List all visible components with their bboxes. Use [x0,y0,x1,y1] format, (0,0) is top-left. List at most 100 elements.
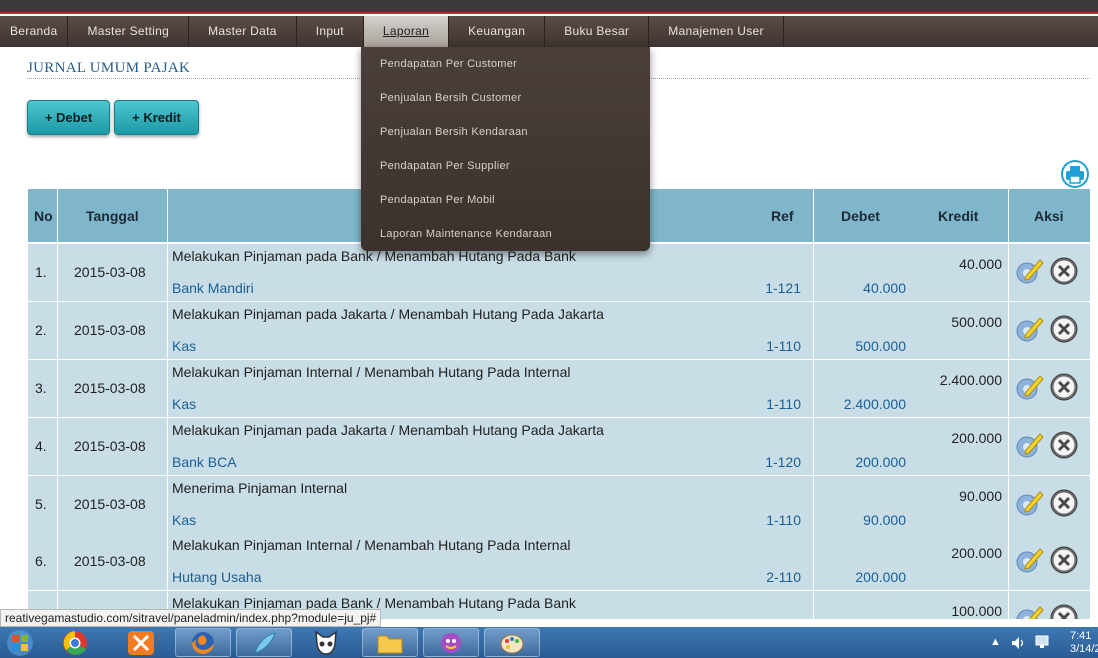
cell-kredit: 200.000 [951,430,1002,446]
cell-keterangan: Melakukan Pinjaman pada Jakarta / Menamb… [172,422,604,438]
cell-keterangan: Melakukan Pinjaman Internal / Menambah H… [172,364,571,380]
clock-time: 7:41 [1070,630,1092,642]
menu-item-laporan-maintenance-kendaraan[interactable]: Laporan Maintenance Kendaraan [361,217,650,251]
cell-tanggal: 2015-03-08 [74,553,146,569]
table-row: 5. 2015-03-08 Menerima Pinjaman Internal Ka… [28,476,1090,534]
laporan-dropdown-menu: Pendapatan Per Customer Penjualan Bersih… [361,47,650,251]
cell-no: 2. [35,322,47,338]
col-divider [1008,189,1009,619]
edit-icon[interactable] [1014,603,1044,619]
table-row: 6. 2015-03-08 Melakukan Pinjaman Internal … [28,533,1090,591]
col-divider [167,189,168,619]
cell-ref: 1-120 [765,454,801,470]
edit-icon[interactable] [1014,430,1044,460]
cell-tanggal: 2015-03-08 [74,438,146,454]
cell-akun: Bank Mandiri [172,280,254,296]
nav-master-data[interactable]: Master Data [189,16,297,47]
cell-tanggal: 2015-03-08 [74,496,146,512]
cell-no: 4. [35,438,47,454]
nav-beranda[interactable]: Beranda [0,16,69,47]
menu-item-penjualan-bersih-kendaraan[interactable]: Penjualan Bersih Kendaraan [361,115,650,149]
table-row: 2. 2015-03-08 Melakukan Pinjaman pada Jaka… [28,302,1090,360]
header-aksi: Aksi [1034,208,1064,224]
cell-debet: 40.000 [863,280,906,296]
paint-icon [500,634,524,654]
delete-icon[interactable] [1050,604,1078,619]
cell-ref: 1-110 [766,396,801,412]
delete-icon[interactable] [1050,489,1078,517]
cell-kredit: 500.000 [951,314,1002,330]
windows-start-icon[interactable] [2,628,38,657]
edit-icon[interactable] [1014,545,1044,575]
cell-akun: Kas [172,338,197,354]
edit-icon[interactable] [1014,372,1044,402]
messenger-icon [441,633,461,653]
cell-no: 6. [35,553,47,569]
cell-tanggal: 2015-03-08 [74,380,146,396]
menu-item-pendapatan-per-supplier[interactable]: Pendapatan Per Supplier [361,149,650,183]
delete-icon[interactable] [1050,546,1078,574]
clock-date: 3/14/2 [1070,643,1098,655]
cell-kredit: 90.000 [959,488,1002,504]
add-kredit-button[interactable]: + Kredit [114,100,199,135]
cell-akun: Bank BCA [172,454,237,470]
nav-laporan[interactable]: Laporan [363,16,450,47]
nav-master-setting[interactable]: Master Setting [68,16,190,47]
taskbar-paint-button[interactable] [484,628,540,657]
cell-kredit: 40.000 [959,256,1002,272]
windows-taskbar: ▲ 7:41 3/14/2 [0,627,1098,658]
table-row: 4. 2015-03-08 Melakukan Pinjaman pada Jaka… [28,418,1090,476]
browser-top-strip [0,0,1098,14]
menu-item-pendapatan-per-mobil[interactable]: Pendapatan Per Mobil [361,183,650,217]
add-debet-button[interactable]: + Debet [27,100,110,135]
header-debet: Debet [841,208,880,224]
cell-keterangan: Melakukan Pinjaman pada Jakarta / Menamb… [172,306,604,322]
delete-icon[interactable] [1050,373,1078,401]
cell-no: 5. [35,496,47,512]
jurnal-table: No Tanggal Ref Debet Kredit Aksi 1. 2015-… [28,189,1090,619]
chrome-icon[interactable] [62,630,88,656]
taskbar-editor-button[interactable] [236,628,292,657]
header-tanggal: Tanggal [86,208,139,224]
volume-icon[interactable] [1011,636,1025,650]
delete-icon[interactable] [1050,315,1078,343]
cell-tanggal: 2015-03-08 [74,264,146,280]
cell-no: 3. [35,380,47,396]
cell-ref: 2-110 [766,569,801,585]
nav-manajemen-user[interactable]: Manajemen User [649,16,784,47]
taskbar-clock[interactable]: 7:41 3/14/2 [1070,630,1098,656]
folder-icon [377,635,403,654]
main-nav: Beranda Master Setting Master Data Input… [0,16,1098,47]
network-icon[interactable] [1035,635,1049,650]
edit-icon[interactable] [1014,314,1044,344]
delete-icon[interactable] [1050,431,1078,459]
cell-akun: Kas [172,512,197,528]
taskbar-firefox-button[interactable] [175,628,231,657]
header-no: No [34,208,53,224]
menu-item-pendapatan-per-customer[interactable]: Pendapatan Per Customer [361,47,650,81]
edit-icon[interactable] [1014,488,1044,518]
cell-kredit: 100.000 [951,603,1002,619]
cell-debet: 200.000 [855,454,906,470]
app-mask-icon[interactable] [312,629,340,656]
table-row: 1. 2015-03-08 Melakukan Pinjaman pada Bank… [28,244,1090,302]
cell-kredit: 200.000 [951,545,1002,561]
edit-icon[interactable] [1014,256,1044,286]
nav-input[interactable]: Input [297,16,364,47]
xampp-icon[interactable] [127,630,155,656]
feather-icon [254,632,276,654]
cell-debet: 2.400.000 [843,396,906,412]
nav-buku-besar[interactable]: Buku Besar [545,16,650,47]
header-kredit: Kredit [938,208,979,224]
menu-item-penjualan-bersih-customer[interactable]: Penjualan Bersih Customer [361,81,650,115]
cell-ref: 1-110 [766,338,801,354]
cell-akun: Hutang Usaha [172,569,262,585]
cell-tanggal: 2015-03-08 [74,322,146,338]
taskbar-explorer-button[interactable] [362,628,418,657]
delete-icon[interactable] [1050,257,1078,285]
print-icon[interactable] [1060,159,1090,189]
cell-keterangan: Melakukan Pinjaman Internal / Menambah H… [172,537,571,553]
taskbar-messenger-button[interactable] [423,628,479,657]
tray-expand-icon[interactable]: ▲ [990,636,1001,648]
nav-keuangan[interactable]: Keuangan [449,16,546,47]
